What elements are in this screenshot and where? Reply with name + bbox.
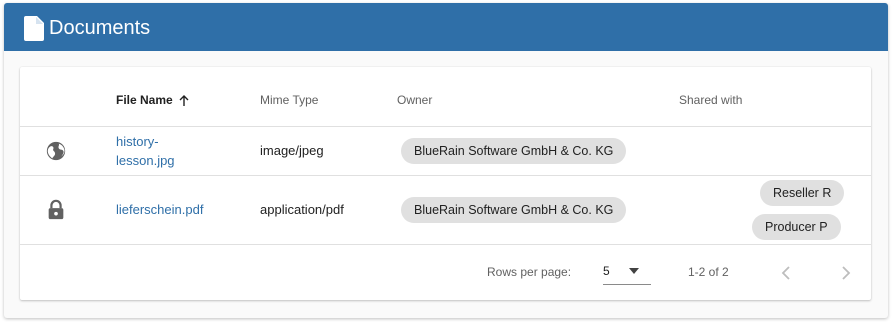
- header-divider: [20, 126, 871, 127]
- column-header-label: File Name: [116, 93, 173, 107]
- row-divider: [20, 175, 871, 176]
- chevron-right-icon[interactable]: [835, 263, 855, 283]
- pagination-range: 1-2 of 2: [688, 265, 729, 279]
- documents-header: Documents: [4, 3, 888, 51]
- page-title: Documents: [49, 17, 151, 39]
- chevron-left-icon[interactable]: [777, 263, 797, 283]
- column-header-mime-type[interactable]: Mime Type: [260, 92, 318, 108]
- owner-chip: BlueRain Software GmbH & Co. KG: [401, 138, 627, 164]
- shared-with-chip: Producer P: [752, 214, 841, 240]
- rows-per-page-label: Rows per page:: [487, 265, 572, 279]
- mime-type-cell: image/jpeg: [260, 143, 324, 158]
- column-header-shared-with[interactable]: Shared with: [679, 92, 742, 108]
- footer-divider: [20, 244, 871, 245]
- file-name-line: history-: [116, 134, 159, 149]
- lock-icon: [48, 199, 64, 220]
- file-link-history-lesson[interactable]: history- lesson.jpg: [116, 132, 175, 170]
- document-icon: [24, 16, 44, 41]
- file-name-line: lesson.jpg: [116, 153, 175, 168]
- column-header-file-name[interactable]: File Name: [116, 92, 190, 108]
- rows-per-page-select[interactable]: 5: [603, 257, 651, 285]
- documents-table: File Name Mime Type Owner Shared with hi…: [20, 67, 871, 300]
- globe-icon: [46, 141, 66, 161]
- arrow-up-icon: [179, 94, 189, 106]
- documents-card: Documents File Name Mime Type Owner Shar…: [4, 3, 888, 318]
- owner-chip: BlueRain Software GmbH & Co. KG: [401, 197, 627, 223]
- shared-with-chip: Reseller R: [760, 180, 845, 206]
- caret-down-icon: [629, 268, 639, 274]
- rows-per-page-value: 5: [603, 264, 610, 278]
- file-link-lieferschein[interactable]: lieferschein.pdf: [116, 200, 203, 219]
- mime-type-cell: application/pdf: [260, 202, 344, 217]
- column-header-owner[interactable]: Owner: [397, 92, 432, 108]
